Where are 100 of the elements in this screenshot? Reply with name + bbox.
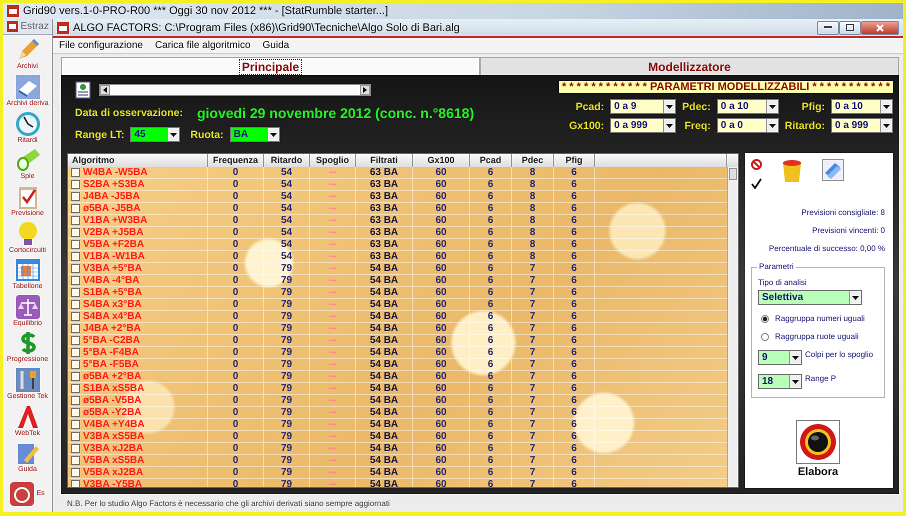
table-cell: 7	[512, 443, 554, 454]
table-cell: 60	[413, 215, 470, 226]
row-checkbox[interactable]	[71, 432, 80, 441]
radio-button[interactable]	[761, 332, 769, 340]
scrollbar[interactable]	[99, 84, 371, 96]
check-icon[interactable]	[751, 178, 762, 189]
row-checkbox[interactable]	[71, 264, 80, 273]
books-icon[interactable]	[822, 159, 844, 181]
table-cell: 63 BA	[356, 215, 413, 226]
caret-icon	[666, 124, 674, 128]
left-arrow-icon[interactable]	[103, 87, 107, 93]
row-checkbox[interactable]	[71, 228, 80, 237]
table-cell: V5BA xS5BA	[83, 455, 144, 466]
row-checkbox[interactable]	[71, 420, 80, 429]
no-entry-icon[interactable]	[751, 159, 762, 170]
dropdown[interactable]: 0 a 10	[831, 99, 893, 114]
row-checkbox[interactable]	[71, 168, 80, 177]
table-cell: 60	[413, 347, 470, 358]
row-checkbox[interactable]	[71, 444, 80, 453]
window-title: ALGO FACTORS: C:\Program Files (x86)\Grid90\Tecniche\Algo Solo di Bari.alg	[73, 22, 460, 34]
table-cell: 6	[554, 479, 595, 487]
row-checkbox[interactable]	[71, 312, 80, 321]
table-cell: 79	[264, 335, 310, 346]
table-cell: 54 BA	[356, 395, 413, 406]
row-checkbox[interactable]	[71, 216, 80, 225]
table-cell: 7	[512, 431, 554, 442]
table-cell: V3BA -Y5BA	[83, 479, 142, 487]
right-arrow-icon[interactable]	[363, 87, 367, 93]
menu-item[interactable]: Guida	[262, 40, 290, 51]
app-icon	[57, 22, 69, 34]
document-icon[interactable]	[75, 81, 91, 99]
table-cell: 79	[264, 431, 310, 442]
row-checkbox[interactable]	[71, 192, 80, 201]
row-checkbox[interactable]	[71, 348, 80, 357]
table-cell: 6	[554, 179, 595, 190]
row-checkbox[interactable]	[71, 468, 80, 477]
table-cell: 63 BA	[356, 191, 413, 202]
row-checkbox[interactable]	[71, 252, 80, 261]
dropdown[interactable]: 0 a 999	[831, 118, 893, 133]
group-title: Parametri	[757, 262, 796, 271]
table-cell: ø5BA -J5BA	[83, 203, 140, 214]
table-cell: 6	[554, 359, 595, 370]
table-cell: 0	[208, 275, 264, 286]
dropdown[interactable]: 0 a 0	[716, 118, 779, 133]
window-title: Grid90 vers.1-0-PRO-R00 *** Oggi 30 nov 2012 *** - [StatRumble starter...]	[23, 5, 388, 17]
caret-icon	[852, 296, 859, 300]
table-cell: 63 BA	[356, 167, 413, 178]
dropdown[interactable]: 0 a 999	[610, 118, 676, 133]
table-cell: 63 BA	[356, 227, 413, 238]
row-checkbox[interactable]	[71, 180, 80, 189]
table-cell: 6	[554, 371, 595, 382]
dropdown[interactable]: 0 a 10	[716, 99, 779, 114]
table-cell: 54 BA	[356, 263, 413, 274]
table-cell: 0	[208, 407, 264, 418]
tab[interactable]: Modellizzatore	[480, 57, 899, 75]
row-checkbox[interactable]	[71, 300, 80, 309]
table-cell: 6	[470, 467, 512, 478]
row-checkbox[interactable]	[71, 288, 80, 297]
dropdown[interactable]: BA	[230, 127, 280, 142]
dropdown[interactable]: Selettiva	[758, 290, 862, 305]
row-checkbox[interactable]	[71, 396, 80, 405]
table-cell: 60	[413, 239, 470, 250]
row-checkbox[interactable]	[71, 408, 80, 417]
table-cell: 54 BA	[356, 347, 413, 358]
minimize-button[interactable]	[817, 20, 839, 34]
row-checkbox[interactable]	[71, 336, 80, 345]
row-checkbox[interactable]	[71, 324, 80, 333]
dropdown[interactable]: 18	[758, 374, 802, 389]
dropdown[interactable]: 0 a 9	[610, 99, 676, 114]
caret-icon	[792, 380, 799, 384]
row-checkbox[interactable]	[71, 204, 80, 213]
table-cell: 0	[208, 395, 264, 406]
table-cell: 7	[512, 395, 554, 406]
close-button[interactable]	[861, 20, 899, 34]
row-checkbox[interactable]	[71, 360, 80, 369]
row-checkbox[interactable]	[71, 456, 80, 465]
table-cell: 6	[554, 275, 595, 286]
window-tab[interactable]: Estraz	[3, 19, 52, 36]
table-cell: 6	[470, 407, 512, 418]
row-checkbox[interactable]	[71, 276, 80, 285]
table-cell: V3BA +5°BA	[83, 263, 142, 274]
table-cell: 6	[470, 347, 512, 358]
radio-button[interactable]	[761, 314, 769, 322]
scrollbar[interactable]	[727, 167, 738, 487]
table-cell: 6	[470, 251, 512, 262]
dropdown[interactable]: 9	[758, 350, 802, 365]
row-checkbox[interactable]	[71, 384, 80, 393]
table-cell: 7	[512, 359, 554, 370]
maximize-button[interactable]	[839, 20, 861, 34]
field-label: Tipo di analisi	[758, 278, 808, 287]
menu-item[interactable]: Carica file algoritmico	[154, 40, 251, 51]
bucket-icon[interactable]	[782, 159, 802, 183]
dropdown[interactable]: 45	[130, 127, 180, 142]
row-checkbox[interactable]	[71, 372, 80, 381]
table-cell: 6	[470, 227, 512, 238]
menu-item[interactable]: File configurazione	[59, 40, 143, 51]
tab[interactable]: Principale	[61, 57, 480, 75]
table-cell: 8	[512, 179, 554, 190]
row-checkbox[interactable]	[71, 240, 80, 249]
row-checkbox[interactable]	[71, 480, 80, 487]
